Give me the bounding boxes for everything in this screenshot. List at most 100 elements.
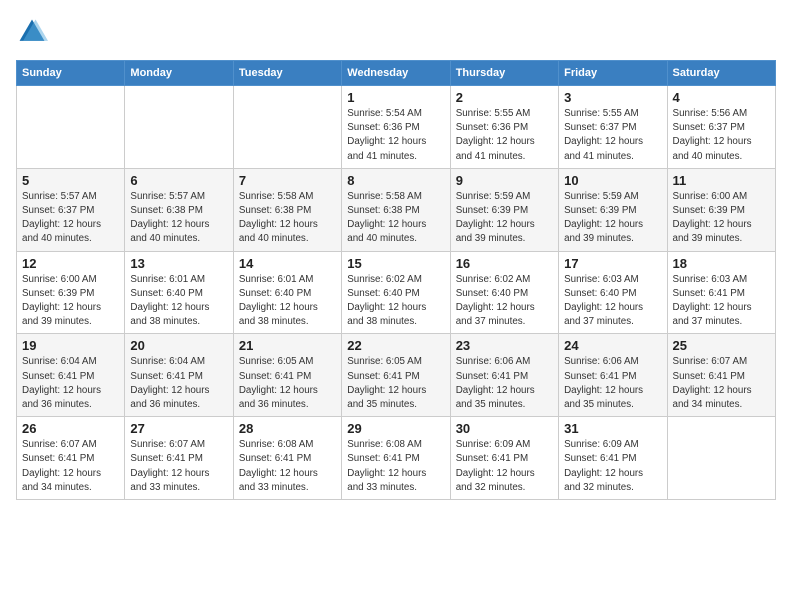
calendar-header: SundayMondayTuesdayWednesdayThursdayFrid… <box>17 61 776 86</box>
calendar-cell: 13 Sunrise: 6:01 AM Sunset: 6:40 PM Dayli… <box>125 251 233 334</box>
day-info: Sunrise: 6:08 AM Sunset: 6:41 PM Dayligh… <box>239 438 336 495</box>
calendar-cell: 25 Sunrise: 6:07 AM Sunset: 6:41 PM Dayli… <box>667 334 775 417</box>
calendar-cell: 19 Sunrise: 6:04 AM Sunset: 6:41 PM Dayli… <box>17 334 125 417</box>
calendar-cell: 28Sunrise: 6:08 AM Sunset: 6:41 PM Dayli… <box>233 417 341 500</box>
day-number: 15 <box>347 256 444 271</box>
day-info: Sunrise: 6:06 AM Sunset: 6:41 PM Dayligh… <box>564 355 661 412</box>
weekday-header: Tuesday <box>233 61 341 86</box>
weekday-header: Friday <box>559 61 667 86</box>
calendar-cell: 9 Sunrise: 5:59 AM Sunset: 6:39 PM Daylig… <box>450 168 558 251</box>
calendar-cell: 14 Sunrise: 6:01 AM Sunset: 6:40 PM Dayli… <box>233 251 341 334</box>
calendar-cell: 23Sunrise: 6:06 AM Sunset: 6:41 PM Dayli… <box>450 334 558 417</box>
day-info: Sunrise: 6:01 AM Sunset: 6:40 PM Dayligh… <box>239 273 336 330</box>
day-number: 5 <box>22 173 119 188</box>
day-number: 12 <box>22 256 119 271</box>
calendar-cell: 27 Sunrise: 6:07 AM Sunset: 6:41 PM Dayli… <box>125 417 233 500</box>
day-number: 18 <box>673 256 770 271</box>
calendar-cell: 6 Sunrise: 5:57 AM Sunset: 6:38 PM Daylig… <box>125 168 233 251</box>
day-info: Sunrise: 5:55 AM Sunset: 6:37 PM Dayligh… <box>564 107 661 164</box>
weekday-header: Thursday <box>450 61 558 86</box>
day-number: 11 <box>673 173 770 188</box>
calendar-cell: 24 Sunrise: 6:06 AM Sunset: 6:41 PM Dayli… <box>559 334 667 417</box>
calendar-cell: 3 Sunrise: 5:55 AM Sunset: 6:37 PM Daylig… <box>559 86 667 169</box>
calendar-cell <box>125 86 233 169</box>
day-number: 13 <box>130 256 227 271</box>
day-info: Sunrise: 5:57 AM Sunset: 6:37 PM Dayligh… <box>22 190 119 247</box>
day-number: 30 <box>456 421 553 436</box>
day-info: Sunrise: 6:00 AM Sunset: 6:39 PM Dayligh… <box>22 273 119 330</box>
calendar-cell: 4Sunrise: 5:56 AM Sunset: 6:37 PM Daylig… <box>667 86 775 169</box>
day-info: Sunrise: 6:07 AM Sunset: 6:41 PM Dayligh… <box>673 355 770 412</box>
weekday-header: Saturday <box>667 61 775 86</box>
day-info: Sunrise: 6:08 AM Sunset: 6:41 PM Dayligh… <box>347 438 444 495</box>
day-info: Sunrise: 6:03 AM Sunset: 6:41 PM Dayligh… <box>673 273 770 330</box>
day-number: 29 <box>347 421 444 436</box>
day-info: Sunrise: 5:57 AM Sunset: 6:38 PM Dayligh… <box>130 190 227 247</box>
day-number: 27 <box>130 421 227 436</box>
day-number: 8 <box>347 173 444 188</box>
calendar-cell: 15 Sunrise: 6:02 AM Sunset: 6:40 PM Dayli… <box>342 251 450 334</box>
day-number: 1 <box>347 90 444 105</box>
day-number: 3 <box>564 90 661 105</box>
day-info: Sunrise: 6:06 AM Sunset: 6:41 PM Dayligh… <box>456 355 553 412</box>
calendar-cell: 16Sunrise: 6:02 AM Sunset: 6:40 PM Dayli… <box>450 251 558 334</box>
calendar-cell: 18 Sunrise: 6:03 AM Sunset: 6:41 PM Dayli… <box>667 251 775 334</box>
calendar-cell <box>233 86 341 169</box>
day-info: Sunrise: 6:00 AM Sunset: 6:39 PM Dayligh… <box>673 190 770 247</box>
calendar-cell: 21 Sunrise: 6:05 AM Sunset: 6:41 PM Dayli… <box>233 334 341 417</box>
day-number: 25 <box>673 338 770 353</box>
day-info: Sunrise: 5:55 AM Sunset: 6:36 PM Dayligh… <box>456 107 553 164</box>
day-info: Sunrise: 6:04 AM Sunset: 6:41 PM Dayligh… <box>22 355 119 412</box>
day-number: 21 <box>239 338 336 353</box>
day-number: 9 <box>456 173 553 188</box>
day-info: Sunrise: 5:59 AM Sunset: 6:39 PM Dayligh… <box>456 190 553 247</box>
day-info: Sunrise: 6:04 AM Sunset: 6:41 PM Dayligh… <box>130 355 227 412</box>
calendar-cell: 2 Sunrise: 5:55 AM Sunset: 6:36 PM Daylig… <box>450 86 558 169</box>
calendar-cell: 31 Sunrise: 6:09 AM Sunset: 6:41 PM Dayli… <box>559 417 667 500</box>
calendar-week-row: 26 Sunrise: 6:07 AM Sunset: 6:41 PM Dayli… <box>17 417 776 500</box>
logo-icon <box>16 16 48 48</box>
day-info: Sunrise: 6:02 AM Sunset: 6:40 PM Dayligh… <box>347 273 444 330</box>
calendar-cell: 11 Sunrise: 6:00 AM Sunset: 6:39 PM Dayli… <box>667 168 775 251</box>
day-info: Sunrise: 5:59 AM Sunset: 6:39 PM Dayligh… <box>564 190 661 247</box>
calendar-week-row: 5 Sunrise: 5:57 AM Sunset: 6:37 PM Daylig… <box>17 168 776 251</box>
day-number: 2 <box>456 90 553 105</box>
calendar-cell: 5 Sunrise: 5:57 AM Sunset: 6:37 PM Daylig… <box>17 168 125 251</box>
calendar-week-row: 19 Sunrise: 6:04 AM Sunset: 6:41 PM Dayli… <box>17 334 776 417</box>
calendar-week-row: 12 Sunrise: 6:00 AM Sunset: 6:39 PM Dayli… <box>17 251 776 334</box>
calendar-table: SundayMondayTuesdayWednesdayThursdayFrid… <box>16 60 776 500</box>
calendar-cell <box>17 86 125 169</box>
day-number: 26 <box>22 421 119 436</box>
calendar-cell: 10 Sunrise: 5:59 AM Sunset: 6:39 PM Dayli… <box>559 168 667 251</box>
day-info: Sunrise: 6:01 AM Sunset: 6:40 PM Dayligh… <box>130 273 227 330</box>
calendar-cell: 7Sunrise: 5:58 AM Sunset: 6:38 PM Daylig… <box>233 168 341 251</box>
weekday-header: Wednesday <box>342 61 450 86</box>
day-number: 17 <box>564 256 661 271</box>
day-number: 10 <box>564 173 661 188</box>
day-info: Sunrise: 5:58 AM Sunset: 6:38 PM Dayligh… <box>347 190 444 247</box>
calendar-cell: 29 Sunrise: 6:08 AM Sunset: 6:41 PM Dayli… <box>342 417 450 500</box>
day-number: 31 <box>564 421 661 436</box>
weekday-header: Sunday <box>17 61 125 86</box>
day-info: Sunrise: 6:05 AM Sunset: 6:41 PM Dayligh… <box>347 355 444 412</box>
calendar-week-row: 1Sunrise: 5:54 AM Sunset: 6:36 PM Daylig… <box>17 86 776 169</box>
page-header <box>16 16 776 48</box>
day-number: 22 <box>347 338 444 353</box>
calendar-cell: 12 Sunrise: 6:00 AM Sunset: 6:39 PM Dayli… <box>17 251 125 334</box>
day-info: Sunrise: 6:09 AM Sunset: 6:41 PM Dayligh… <box>564 438 661 495</box>
calendar-cell <box>667 417 775 500</box>
calendar-cell: 17 Sunrise: 6:03 AM Sunset: 6:40 PM Dayli… <box>559 251 667 334</box>
calendar-cell: 1Sunrise: 5:54 AM Sunset: 6:36 PM Daylig… <box>342 86 450 169</box>
calendar-cell: 20 Sunrise: 6:04 AM Sunset: 6:41 PM Dayli… <box>125 334 233 417</box>
day-number: 6 <box>130 173 227 188</box>
day-number: 20 <box>130 338 227 353</box>
day-number: 19 <box>22 338 119 353</box>
calendar-cell: 30Sunrise: 6:09 AM Sunset: 6:41 PM Dayli… <box>450 417 558 500</box>
day-number: 14 <box>239 256 336 271</box>
calendar-cell: 22 Sunrise: 6:05 AM Sunset: 6:41 PM Dayli… <box>342 334 450 417</box>
day-number: 24 <box>564 338 661 353</box>
day-info: Sunrise: 6:05 AM Sunset: 6:41 PM Dayligh… <box>239 355 336 412</box>
day-info: Sunrise: 6:07 AM Sunset: 6:41 PM Dayligh… <box>130 438 227 495</box>
weekday-header: Monday <box>125 61 233 86</box>
day-info: Sunrise: 6:03 AM Sunset: 6:40 PM Dayligh… <box>564 273 661 330</box>
